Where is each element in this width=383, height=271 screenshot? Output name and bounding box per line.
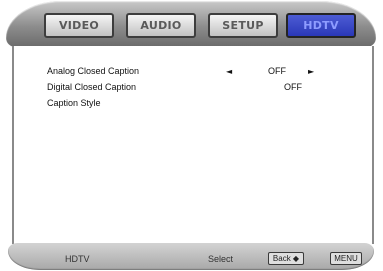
analog-closed-caption-label[interactable]: Analog Closed Caption — [47, 66, 139, 76]
menu-key[interactable]: MENU — [330, 252, 362, 265]
digital-closed-caption-value: OFF — [284, 82, 302, 92]
footer-title: HDTV — [65, 254, 90, 264]
caption-style-label[interactable]: Caption Style — [47, 98, 101, 108]
tab-hdtv[interactable]: HDTV — [286, 13, 356, 38]
back-key[interactable]: Back ◆ — [268, 252, 304, 265]
tab-video[interactable]: VIDEO — [44, 13, 114, 38]
osd-frame: VIDEO AUDIO SETUP HDTV Analog Closed Cap… — [0, 0, 383, 271]
tab-audio[interactable]: AUDIO — [126, 13, 196, 38]
digital-closed-caption-label[interactable]: Digital Closed Caption — [47, 82, 136, 92]
right-arrow-icon[interactable]: ► — [308, 67, 314, 76]
left-arrow-icon[interactable]: ◄ — [226, 67, 232, 76]
footer-select-hint: Select — [208, 254, 234, 264]
analog-closed-caption-value: OFF — [268, 66, 286, 76]
footer-bar — [8, 243, 374, 270]
tab-setup[interactable]: SETUP — [208, 13, 278, 38]
tab-bar: VIDEO AUDIO SETUP HDTV — [6, 1, 376, 47]
